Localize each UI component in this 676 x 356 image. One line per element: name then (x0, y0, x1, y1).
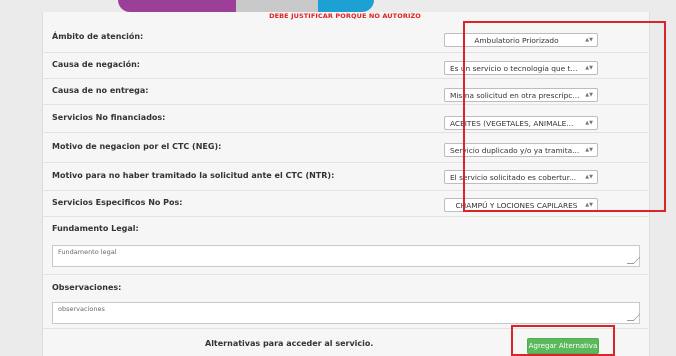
alert-message: DEBE JUSTIFICAR PORQUE NO AUTORIZO (269, 12, 421, 20)
field-label-motivo-ntr: Motivo para no haber tramitado la solici… (52, 171, 335, 180)
selects-highlight-box (463, 21, 666, 212)
resize-grip-icon[interactable] (626, 257, 641, 264)
banner-purple-shape (118, 0, 238, 12)
resize-grip-icon[interactable] (626, 314, 641, 321)
observaciones-placeholder: observaciones (58, 305, 105, 313)
field-label-servicios-no-financiados: Servicios No financiados: (52, 113, 166, 122)
fundamento-placeholder: Fundamento legal (58, 248, 117, 256)
alternativas-label: Alternativas para acceder al servicio. (205, 339, 374, 348)
field-label-causa-no-entrega: Causa de no entrega: (52, 86, 149, 95)
field-label-motivo-neg: Motivo de negacion por el CTC (NEG): (52, 142, 222, 151)
field-label-ambito: Ámbito de atención: (52, 32, 144, 41)
banner-blue-shape (318, 0, 374, 12)
fundamento-label: Fundamento Legal: (52, 224, 139, 233)
fundamento-legal-textarea[interactable]: Fundamento legal (52, 245, 641, 267)
field-label-causa-negacion: Causa de negación: (52, 60, 140, 69)
field-label-servicios-especificos: Servicios Especificos No Pos: (52, 198, 183, 207)
observaciones-textarea[interactable]: observaciones (52, 302, 641, 324)
banner-gray-shape (236, 0, 328, 12)
button-highlight-box (511, 325, 615, 356)
observaciones-label: Observaciones: (52, 283, 122, 292)
